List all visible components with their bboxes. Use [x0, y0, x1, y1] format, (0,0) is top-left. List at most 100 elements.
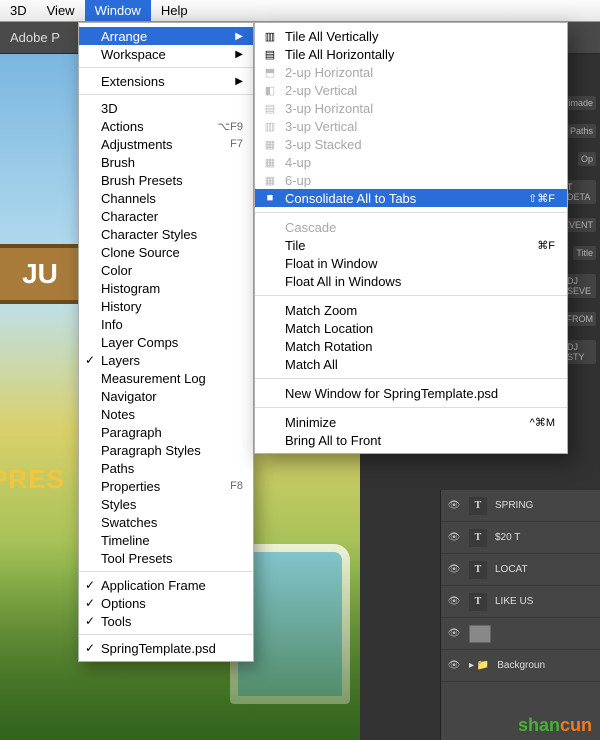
menu-item-arrange[interactable]: Arrange▶ — [79, 27, 253, 45]
text-layer-icon: T — [469, 529, 487, 547]
menu-item-brush[interactable]: Brush — [79, 153, 253, 171]
menu-item-measurement-log[interactable]: Measurement Log — [79, 369, 253, 387]
layer-row[interactable]: 👁TLIKE US — [441, 586, 600, 618]
menu-item-channels[interactable]: Channels — [79, 189, 253, 207]
menu-item-label: Tools — [101, 614, 131, 629]
menu-item-label: Brush Presets — [101, 173, 183, 188]
menu-item-3d[interactable]: 3D — [79, 99, 253, 117]
menu-item-adjustments[interactable]: AdjustmentsF7 — [79, 135, 253, 153]
panel-tab[interactable]: DJ SEVE — [564, 274, 596, 298]
menu-item-label: Paragraph Styles — [101, 443, 201, 458]
submenu-item-match-location[interactable]: Match Location — [255, 319, 567, 337]
submenu-item-label: Cascade — [285, 220, 336, 235]
submenu-item-label: Tile All Horizontally — [285, 47, 394, 62]
submenu-item-tile-all-vertically[interactable]: ▥Tile All Vertically — [255, 27, 567, 45]
text-layer-icon: T — [469, 497, 487, 515]
submenu-item-label: 2-up Vertical — [285, 83, 357, 98]
submenu-item-tile[interactable]: Tile ⌘F — [255, 236, 567, 254]
submenu-item-tile-all-horizontally[interactable]: ▤ Tile All Horizontally — [255, 45, 567, 63]
layer-row[interactable]: 👁TLOCAT — [441, 554, 600, 586]
layer-name: Backgroun — [497, 660, 545, 671]
submenu-item-match-zoom[interactable]: Match Zoom — [255, 301, 567, 319]
menu-item-notes[interactable]: Notes — [79, 405, 253, 423]
submenu-item-minimize[interactable]: Minimize^⌘M — [255, 413, 567, 431]
menu-item-layer-comps[interactable]: Layer Comps — [79, 333, 253, 351]
menu-item-extensions[interactable]: Extensions▶ — [79, 72, 253, 90]
submenu-arrow-icon: ▶ — [235, 49, 243, 60]
menubar-item-view[interactable]: View — [37, 0, 85, 21]
separator — [255, 407, 567, 408]
menu-item-color[interactable]: Color — [79, 261, 253, 279]
menu-item-tools[interactable]: ✓Tools — [79, 612, 253, 630]
menu-item-timeline[interactable]: Timeline — [79, 531, 253, 549]
menu-item-paths[interactable]: Paths — [79, 459, 253, 477]
panel-tab[interactable]: Paths — [567, 124, 596, 138]
panel-tab[interactable]: T DETA — [564, 180, 596, 204]
layer-row[interactable]: 👁 T SPRING — [441, 490, 600, 522]
submenu-item-label: Tile All Vertically — [285, 29, 378, 44]
visibility-icon[interactable]: 👁 — [447, 564, 461, 575]
layer-row[interactable]: 👁▸ 📁Backgroun — [441, 650, 600, 682]
menu-item-actions[interactable]: Actions⌥F9 — [79, 117, 253, 135]
submenu-item-label: Float All in Windows — [285, 274, 401, 289]
menubar-item-3d[interactable]: 3D — [0, 0, 37, 21]
menu-item-info[interactable]: Info — [79, 315, 253, 333]
submenu-item-float-in-window[interactable]: Float in Window — [255, 254, 567, 272]
check-icon: ✓ — [85, 641, 95, 655]
submenu-item-label: Bring All to Front — [285, 433, 381, 448]
panel-tab[interactable]: FROM — [564, 312, 597, 326]
menu-item-options[interactable]: ✓Options — [79, 594, 253, 612]
menu-item-tool-presets[interactable]: Tool Presets — [79, 549, 253, 567]
visibility-icon[interactable]: 👁 — [447, 660, 461, 671]
menu-item-label: Layer Comps — [101, 335, 178, 350]
submenu-item-float-all-in-windows[interactable]: Float All in Windows — [255, 272, 567, 290]
visibility-icon[interactable]: 👁 — [447, 532, 461, 543]
panel-tab[interactable]: Op — [578, 152, 596, 166]
panel-tab[interactable]: imade — [565, 96, 596, 110]
menu-item-application-frame[interactable]: ✓Application Frame — [79, 576, 253, 594]
visibility-icon[interactable]: 👁 — [447, 628, 461, 639]
layout-icon: ▦ — [263, 138, 277, 151]
menu-item-paragraph-styles[interactable]: Paragraph Styles — [79, 441, 253, 459]
submenu-item-match-all[interactable]: Match All — [255, 355, 567, 373]
panel-tab[interactable]: DJ STY — [564, 340, 596, 364]
menu-item-character-styles[interactable]: Character Styles — [79, 225, 253, 243]
layer-name: SPRING — [495, 500, 533, 511]
menu-item-workspace[interactable]: Workspace▶ — [79, 45, 253, 63]
submenu-item-consolidate-all-to-tabs[interactable]: ■Consolidate All to Tabs⇧⌘F — [255, 189, 567, 207]
shortcut: ⌘F — [537, 239, 555, 252]
layer-row[interactable]: 👁T$20 T — [441, 522, 600, 554]
menu-item-histogram[interactable]: Histogram — [79, 279, 253, 297]
visibility-icon[interactable]: 👁 — [447, 596, 461, 607]
menu-item-layers[interactable]: ✓Layers — [79, 351, 253, 369]
submenu-item-bring-all-to-front[interactable]: Bring All to Front — [255, 431, 567, 449]
separator — [255, 295, 567, 296]
menu-item-paragraph[interactable]: Paragraph — [79, 423, 253, 441]
menu-item-navigator[interactable]: Navigator — [79, 387, 253, 405]
submenu-arrow-icon: ▶ — [235, 31, 243, 42]
menu-item-clone-source[interactable]: Clone Source — [79, 243, 253, 261]
menubar-item-help[interactable]: Help — [151, 0, 198, 21]
layout-icon: ▤ — [263, 48, 277, 61]
layers-panel: 👁TSPRING👁T$20 T👁TLOCAT👁TLIKE US👁👁▸ 📁Back… — [440, 490, 600, 740]
submenu-item-label: 2-up Horizontal — [285, 65, 373, 80]
menu-item-brush-presets[interactable]: Brush Presets — [79, 171, 253, 189]
submenu-item-label: Tile — [285, 238, 305, 253]
submenu-item-label: 3-up Vertical — [285, 119, 357, 134]
menu-item-swatches[interactable]: Swatches — [79, 513, 253, 531]
layer-row[interactable]: 👁 — [441, 618, 600, 650]
submenu-item-new-window-for-springtemplate-psd[interactable]: New Window for SpringTemplate.psd — [255, 384, 567, 402]
menu-item-label: Info — [101, 317, 123, 332]
panel-tab[interactable]: Title — [573, 246, 596, 260]
menu-item-label: Styles — [101, 497, 136, 512]
visibility-icon[interactable]: 👁 — [447, 500, 461, 511]
menu-item-character[interactable]: Character — [79, 207, 253, 225]
menu-item-properties[interactable]: PropertiesF8 — [79, 477, 253, 495]
menu-item-springtemplate-psd[interactable]: ✓SpringTemplate.psd — [79, 639, 253, 657]
submenu-item-match-rotation[interactable]: Match Rotation — [255, 337, 567, 355]
menu-item-styles[interactable]: Styles — [79, 495, 253, 513]
menu-item-label: Measurement Log — [101, 371, 206, 386]
menu-item-history[interactable]: History — [79, 297, 253, 315]
layer-name: LIKE US — [495, 596, 533, 607]
menubar-item-window[interactable]: Window — [85, 0, 151, 21]
